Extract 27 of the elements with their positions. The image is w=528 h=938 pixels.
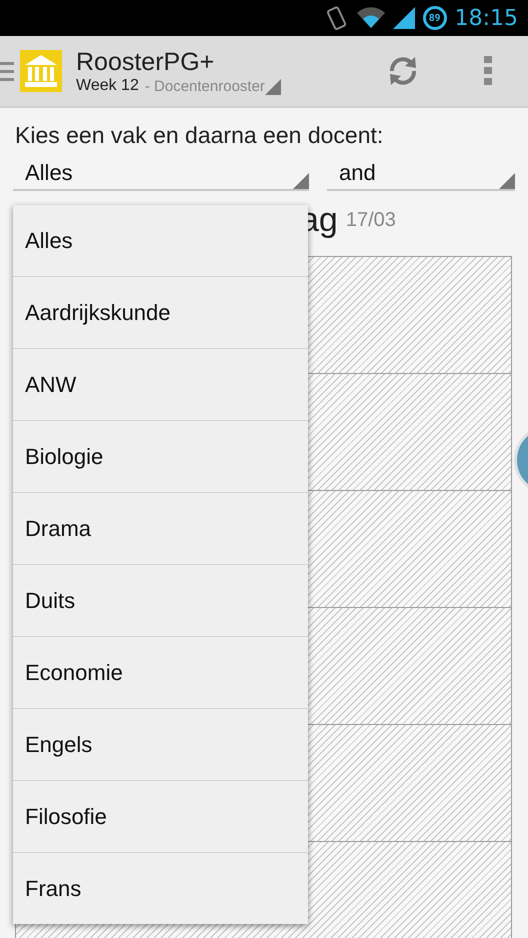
app-title: RoosterPG+ [76, 47, 216, 77]
dropdown-item[interactable]: Frans [13, 853, 308, 924]
subject-dropdown[interactable]: and [327, 157, 515, 191]
overflow-menu-icon[interactable] [484, 56, 492, 86]
dropdown-item[interactable]: Economie [13, 637, 308, 709]
clock-text: 18:15 [454, 6, 518, 30]
menu-icon[interactable] [0, 60, 14, 82]
dropdown-item[interactable]: Biologie [13, 421, 308, 493]
dropdown-arrow-icon [293, 173, 309, 189]
battery-indicator: 89 [422, 6, 447, 30]
dropdown-item[interactable]: Alles [13, 205, 308, 277]
dropdown-arrow-icon [499, 173, 515, 189]
week-label: Week 12 [76, 77, 139, 95]
dropdown-item[interactable]: Engels [13, 709, 308, 781]
dropdown-arrow-icon [264, 79, 281, 95]
wifi-icon [356, 7, 385, 29]
dropdown-item[interactable]: Filosofie [13, 781, 308, 853]
signal-icon [392, 7, 415, 29]
dropdown-item[interactable]: Drama [13, 493, 308, 565]
prompt-text: Kies een vak en daarna een docent: [14, 121, 384, 149]
subject-dropdown[interactable]: Alles [13, 157, 309, 191]
vibrate-icon [324, 5, 349, 31]
date-text: 17/03 [346, 209, 396, 232]
dropdown-item[interactable]: Aardrijkskunde [13, 277, 308, 349]
dropdown-item[interactable]: Duits [13, 565, 308, 637]
app-logo-icon[interactable] [20, 50, 62, 92]
dropdown-item[interactable]: ANW [13, 349, 308, 421]
